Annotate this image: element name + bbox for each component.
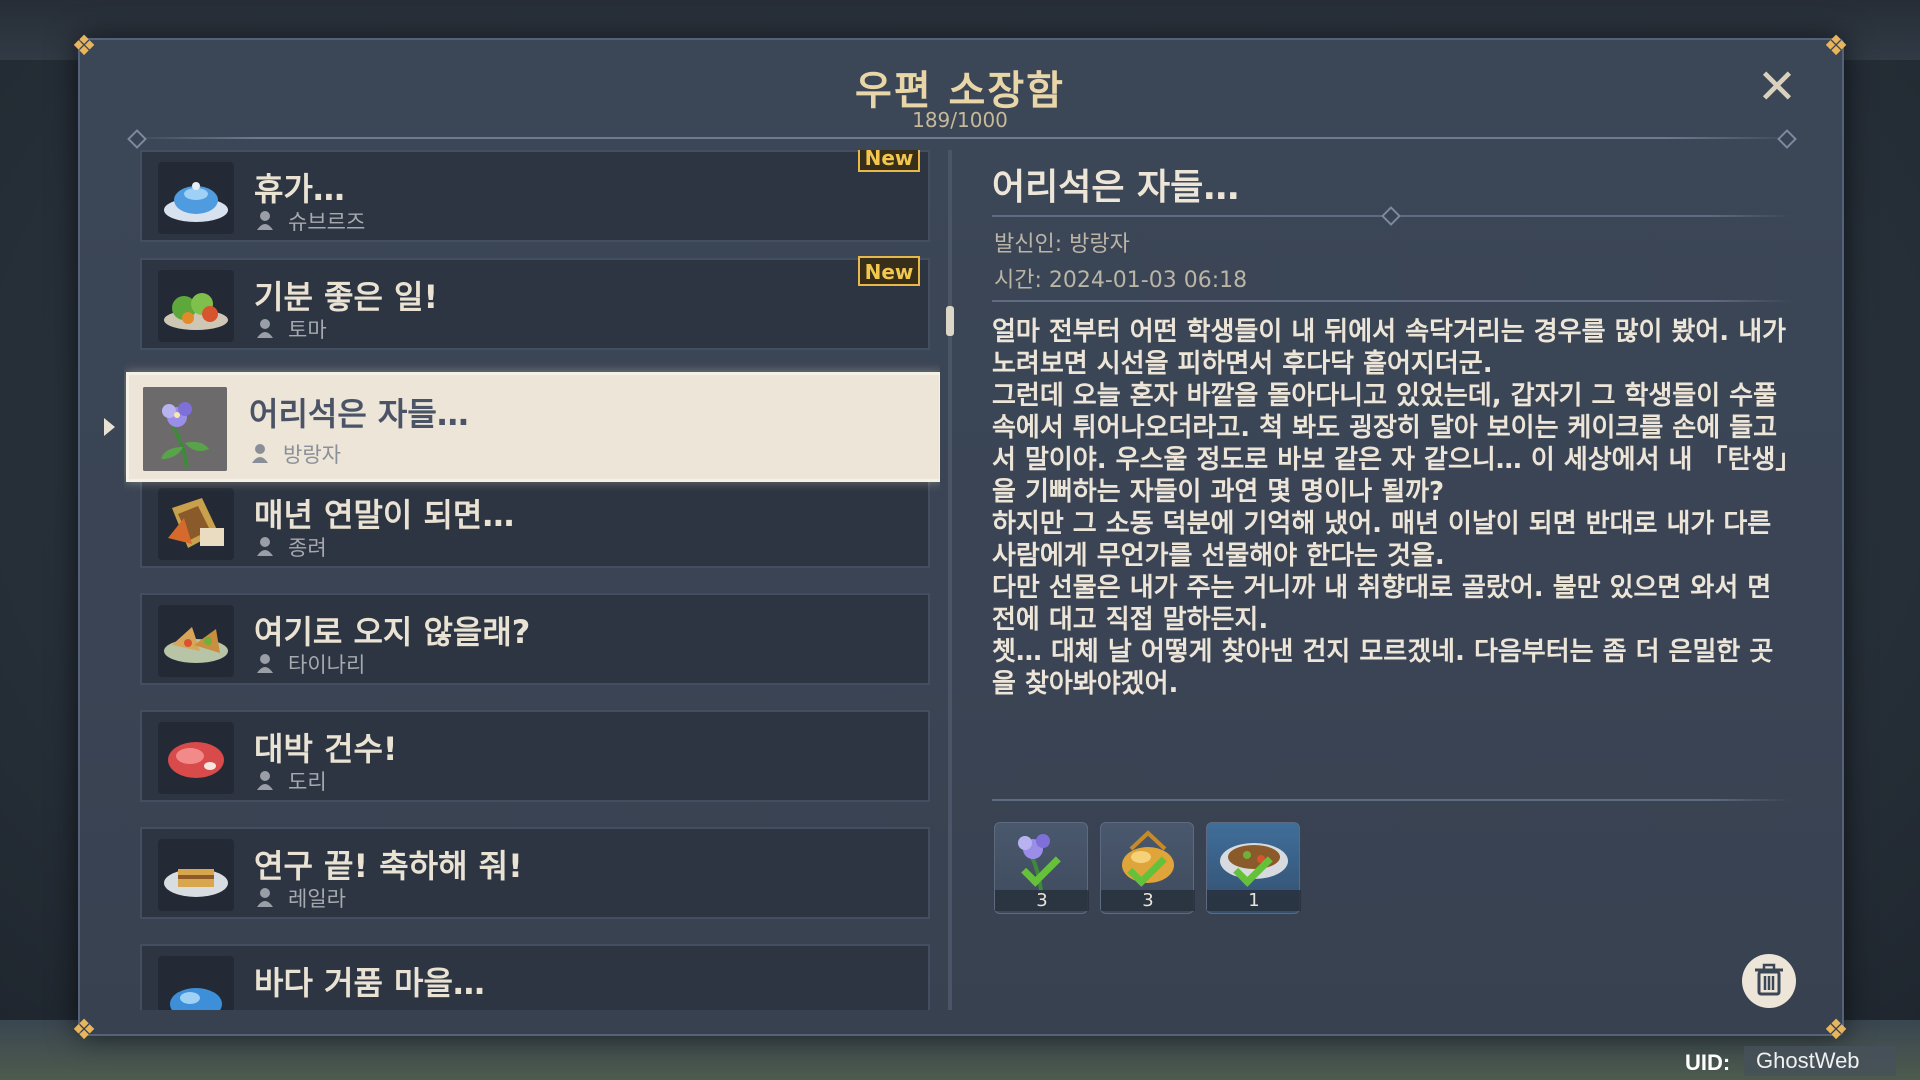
- person-icon: [257, 771, 273, 790]
- mail-body-paragraph: 쳇… 대체 날 어떻게 찾아낸 건지 모르겠네. 다음부터는 좀 더 은밀한 곳…: [992, 637, 1774, 699]
- close-icon: ✕: [1756, 59, 1798, 115]
- attachment-quantity: 1: [1207, 890, 1301, 911]
- wrap-dish-icon: [158, 605, 234, 677]
- meat-icon: [158, 722, 234, 794]
- mail-sender-line: 발신인: 방랑자: [994, 232, 1130, 257]
- mail-list-item-selected[interactable]: 어리석은 자들… 방랑자: [126, 372, 940, 482]
- close-button[interactable]: ✕: [1752, 62, 1802, 112]
- corner-ornament-icon: ❖: [1823, 1013, 1849, 1046]
- mail-list-item[interactable]: 대박 건수! 도리: [140, 710, 930, 802]
- flower-icon: [143, 387, 227, 471]
- mail-title: 대박 건수!: [254, 730, 398, 768]
- mail-title: 어리석은 자들…: [249, 395, 469, 433]
- attachment-item[interactable]: 1: [1206, 822, 1301, 914]
- corner-ornament-icon: ❖: [71, 1013, 97, 1046]
- scrollbar-thumb[interactable]: [946, 306, 954, 336]
- person-icon: [257, 319, 273, 338]
- mail-list-item[interactable]: 기분 좋은 일! 토마 New: [140, 256, 930, 350]
- cake-icon: [158, 839, 234, 911]
- mail-detail-title: 어리석은 자들…: [992, 167, 1240, 208]
- mail-sender: 슈브르즈: [288, 210, 366, 234]
- mail-list-item[interactable]: 연구 끝! 축하해 줘! 레일라: [140, 827, 930, 919]
- attachments-divider: [992, 799, 1792, 801]
- mail-body: 얼마 전부터 어떤 학생들이 내 뒤에서 속닥거리는 경우를 많이 봤어. 내가…: [992, 316, 1792, 700]
- mail-sender: 방랑자: [283, 443, 341, 467]
- uid-label: UID:: [1685, 1050, 1731, 1075]
- mail-body-paragraph: 얼마 전부터 어떤 학생들이 내 뒤에서 속닥거리는 경우를 많이 봤어. 내가…: [992, 317, 1787, 379]
- attachment-item[interactable]: 3: [994, 822, 1089, 914]
- mail-title: 기분 좋은 일!: [254, 278, 439, 316]
- mail-title: 바다 거품 마을…: [254, 964, 485, 1002]
- mail-body-paragraph: 하지만 그 소동 덕분에 기억해 냈어. 매년 이날이 되면 반대로 내가 다른…: [992, 509, 1772, 571]
- uid-value: GhostWeb: [1744, 1046, 1896, 1076]
- attachment-quantity: 3: [1101, 890, 1195, 911]
- mail-list-item[interactable]: 휴가… 슈브르즈 New: [140, 150, 930, 242]
- mail-title: 매년 연말이 되면…: [254, 496, 515, 534]
- new-badge: New: [858, 256, 920, 286]
- mail-list-item[interactable]: 매년 연말이 되면… 종려: [140, 476, 930, 568]
- mail-count: 189/1000: [912, 108, 1008, 132]
- selection-arrow-icon: [104, 418, 115, 436]
- mail-title: 여기로 오지 않을래?: [254, 613, 531, 651]
- teapot-icon: [158, 162, 234, 234]
- detail-divider: [992, 300, 1792, 302]
- mail-time-line: 시간: 2024-01-03 06:18: [994, 268, 1248, 293]
- new-badge: New: [858, 150, 920, 172]
- mail-sender: 도리: [288, 770, 327, 794]
- person-icon: [257, 888, 273, 907]
- mail-sender: 레일라: [288, 887, 346, 911]
- snack-bundle-icon: [158, 488, 234, 560]
- person-icon: [257, 211, 273, 230]
- person-icon: [257, 654, 273, 673]
- scrollbar-track[interactable]: [948, 150, 952, 1010]
- person-icon: [257, 537, 273, 556]
- trash-icon: [1755, 963, 1783, 996]
- mail-body-paragraph: 다만 선물은 내가 주는 거니까 내 취향대로 골랐어. 불만 있으면 와서 면…: [992, 573, 1772, 635]
- mail-title: 휴가…: [254, 170, 345, 208]
- mail-sender: 토마: [288, 318, 327, 342]
- jelly-icon: [158, 956, 234, 1010]
- salad-icon: [158, 270, 234, 342]
- mail-list-item[interactable]: 여기로 오지 않을래? 타이나리: [140, 593, 930, 685]
- attachment-item[interactable]: 3: [1100, 822, 1195, 914]
- mail-list[interactable]: 휴가… 슈브르즈 New 기분 좋은 일! 토마 New 매년 연말이 되면… …: [124, 150, 940, 1010]
- mail-title: 연구 끝! 축하해 줘!: [254, 847, 523, 885]
- header-divider: [124, 137, 1800, 139]
- delete-button[interactable]: [1742, 954, 1796, 1008]
- mail-body-paragraph: 그런데 오늘 혼자 바깥을 돌아다니고 있었는데, 갑자기 그 학생들이 수풀 …: [992, 381, 1789, 507]
- attachment-quantity: 3: [995, 890, 1089, 911]
- mail-sender: 종려: [288, 536, 327, 560]
- mail-list-item[interactable]: 바다 거품 마을…: [140, 944, 930, 1010]
- person-icon: [252, 444, 268, 463]
- mail-sender: 타이나리: [288, 653, 366, 677]
